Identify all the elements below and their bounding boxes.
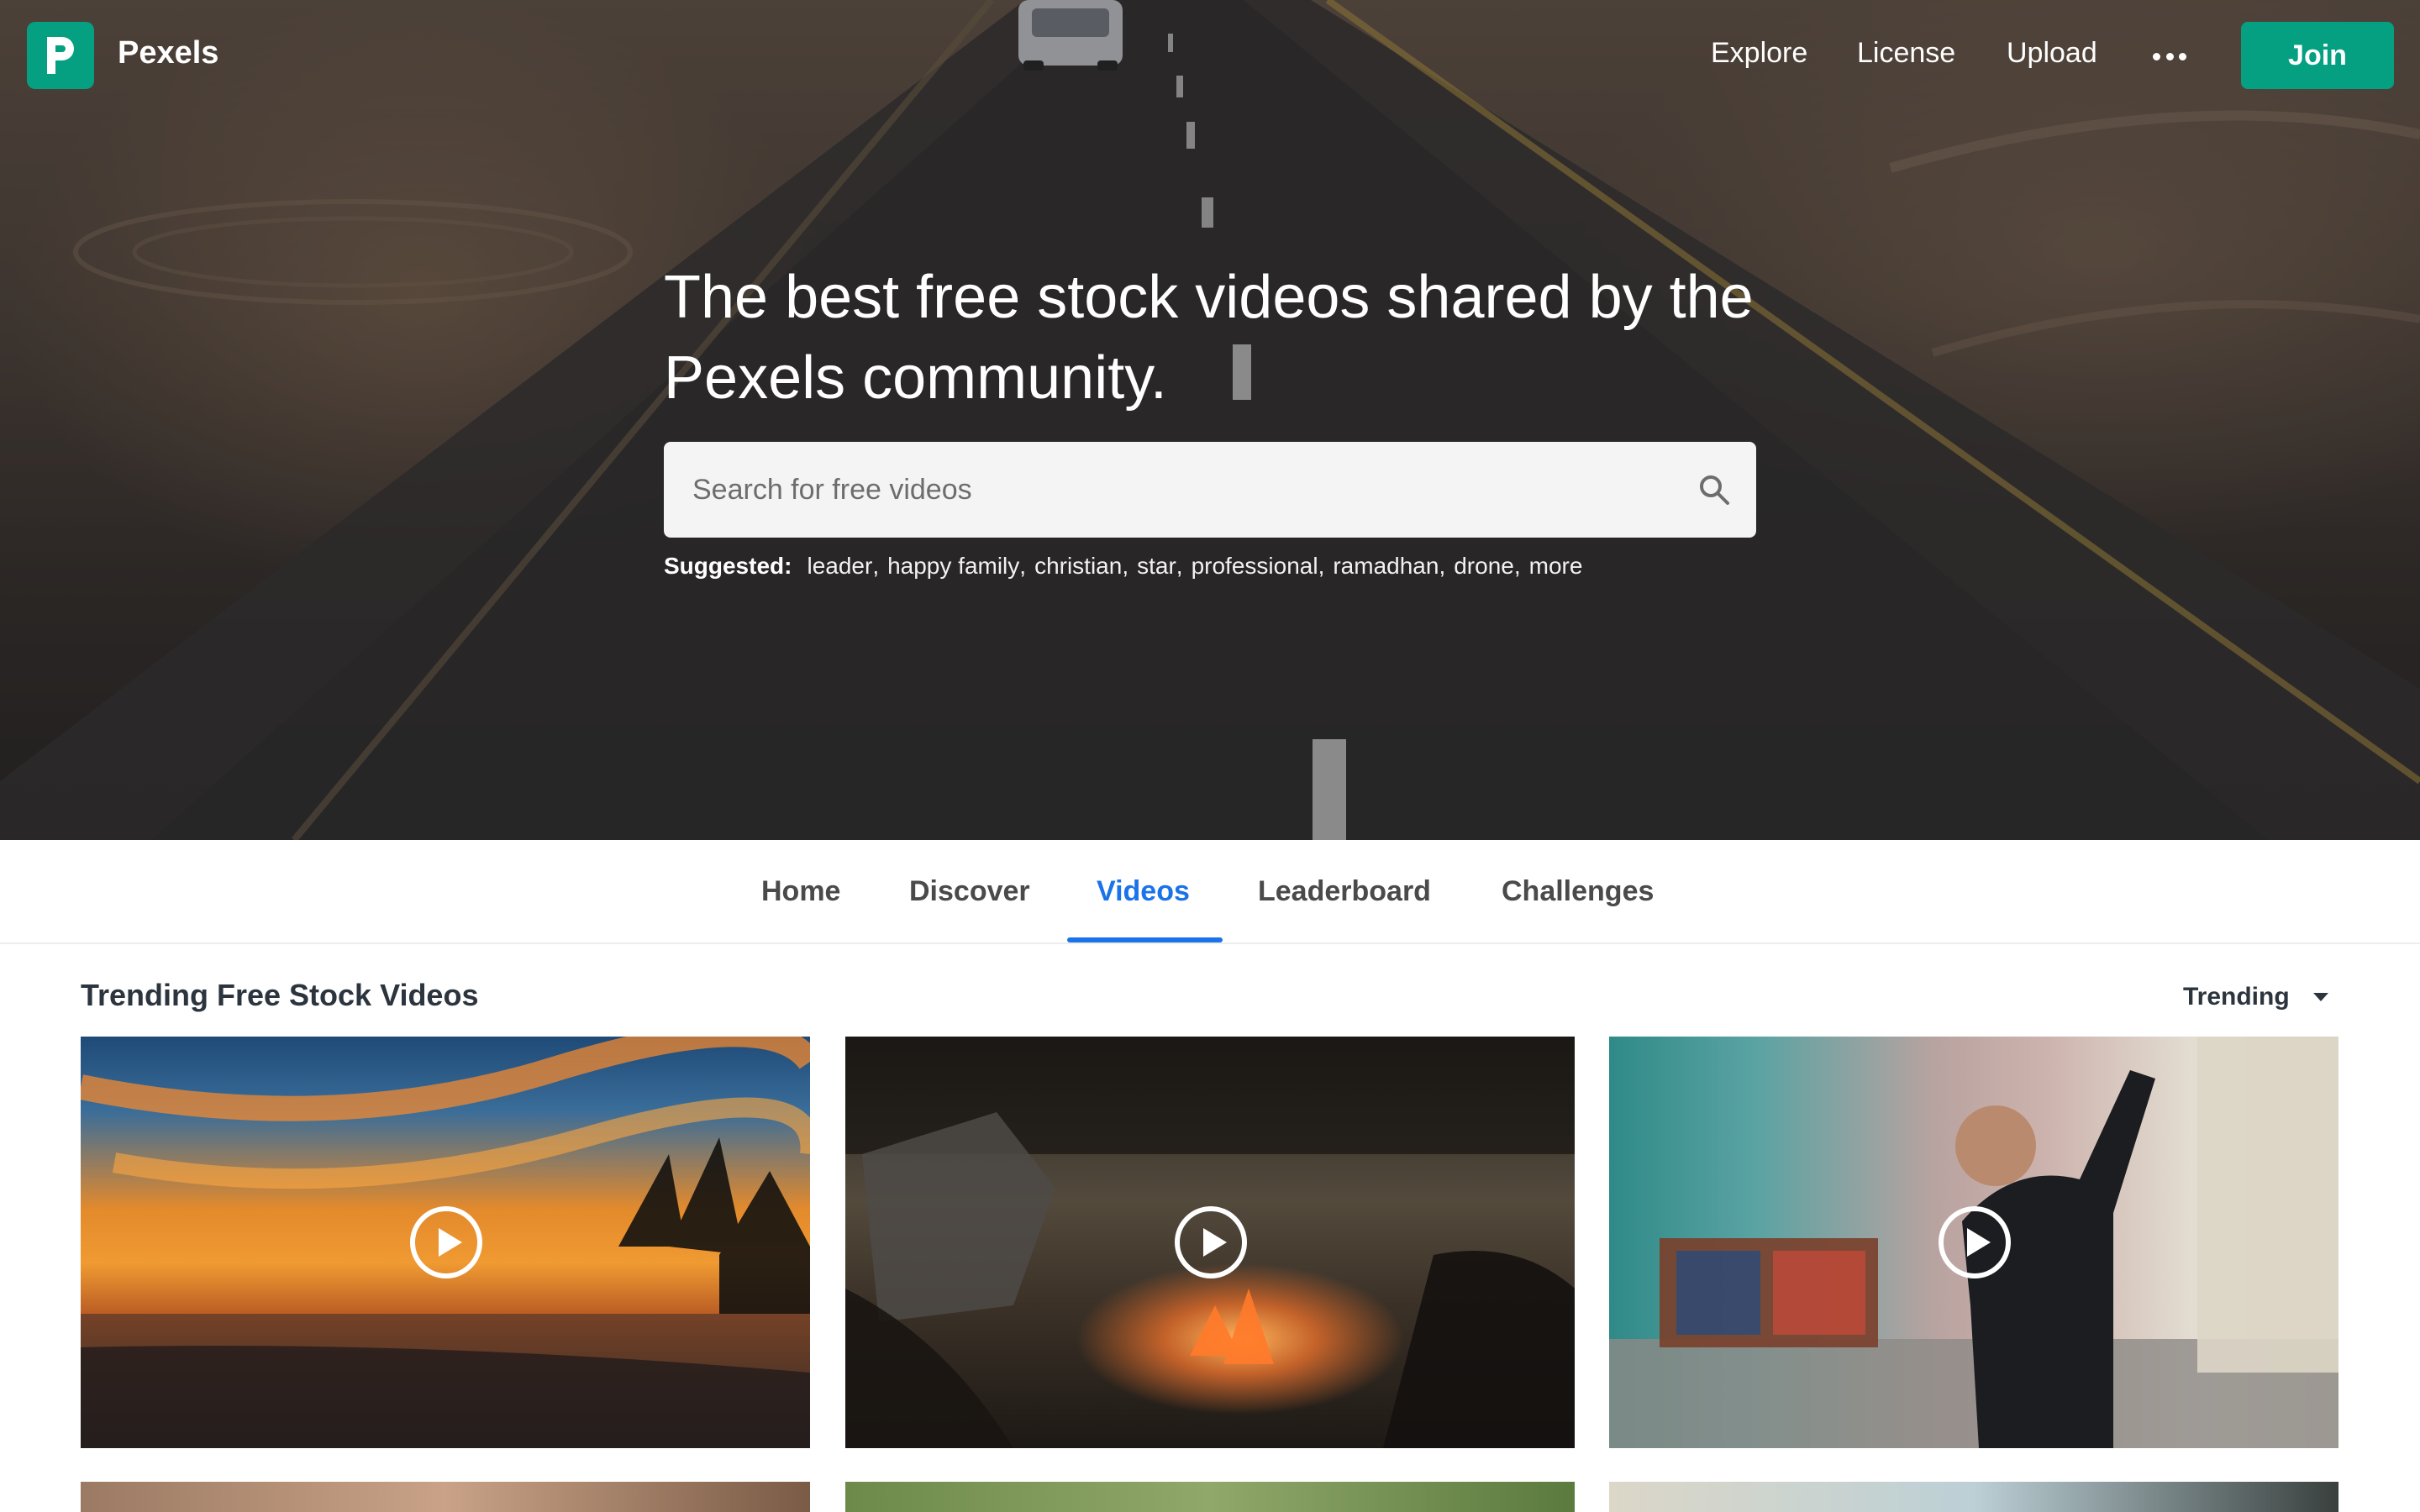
top-navbar: Pexels Explore License Upload Join — [0, 0, 2420, 109]
more-dots-icon[interactable] — [2153, 44, 2186, 69]
sort-value: Trending — [2183, 983, 2290, 1011]
more-dot — [2179, 52, 2186, 60]
pexels-logo-glyph — [47, 37, 74, 74]
tab-home[interactable]: Home — [761, 875, 840, 908]
video-thumbnail-sunset-beach[interactable] — [81, 1037, 810, 1448]
suggested-item[interactable]: professional — [1192, 553, 1318, 580]
separator: , — [1019, 553, 1027, 579]
separator: , — [1513, 553, 1521, 579]
search-icon-glyph — [1700, 475, 1729, 505]
video-thumbnail-campfire[interactable] — [845, 1037, 1575, 1448]
search-icon[interactable] — [1672, 442, 1756, 538]
hero-headline: The best free stock videos shared by the… — [664, 264, 1754, 412]
suggested-item[interactable]: ramadhan — [1333, 553, 1439, 580]
video-thumbnail-row2-3[interactable] — [1609, 1482, 2338, 1512]
nav-link-upload[interactable]: Upload — [2007, 37, 2097, 70]
section-tabs: Home Discover Videos Leaderboard Challen… — [0, 840, 2420, 944]
hero-video-banner — [0, 0, 2420, 840]
suggested-label: Suggested: — [664, 553, 792, 579]
join-button[interactable]: Join — [2241, 22, 2394, 89]
separator: , — [872, 553, 880, 579]
video-thumbnail-row2-1[interactable] — [81, 1482, 810, 1512]
more-dot — [2165, 52, 2174, 60]
play-icon[interactable] — [1937, 1205, 2012, 1280]
tab-challenges[interactable]: Challenges — [1502, 875, 1654, 908]
sort-dropdown[interactable]: Trending — [2183, 983, 2328, 1011]
brand-name[interactable]: Pexels — [118, 35, 218, 71]
pexels-logo-icon[interactable] — [27, 22, 94, 89]
section-title: Trending Free Stock Videos — [81, 978, 479, 1012]
suggested-item[interactable]: leader — [807, 553, 872, 580]
tab-leaderboard[interactable]: Leaderboard — [1258, 875, 1431, 908]
nav-link-explore[interactable]: Explore — [1711, 37, 1807, 70]
play-icon[interactable] — [1173, 1205, 1249, 1280]
suggested-item[interactable]: star — [1137, 553, 1176, 580]
separator: , — [1318, 553, 1325, 579]
tab-videos[interactable]: Videos — [1097, 875, 1190, 908]
search-bar — [664, 442, 1756, 538]
hero-overlay — [0, 0, 2420, 840]
nav-link-license[interactable]: License — [1857, 37, 1955, 70]
suggested-searches: Suggested: leader, happy family, christi… — [664, 553, 1582, 580]
video-thumbnail-street-dancer[interactable] — [1609, 1037, 2338, 1448]
more-dot — [2153, 52, 2160, 60]
search-input[interactable] — [664, 442, 1672, 538]
suggested-item[interactable]: christian — [1034, 553, 1122, 580]
separator: , — [1122, 553, 1129, 579]
play-icon[interactable] — [408, 1205, 484, 1280]
suggested-more-link[interactable]: more — [1529, 553, 1583, 580]
suggested-item[interactable]: happy family — [887, 553, 1019, 580]
active-tab-indicator — [1067, 937, 1223, 942]
video-thumbnail-row2-2[interactable] — [845, 1482, 1575, 1512]
tab-discover[interactable]: Discover — [909, 875, 1030, 908]
suggested-item[interactable]: drone — [1454, 553, 1514, 580]
chevron-down-icon — [2312, 993, 2328, 1001]
separator: , — [1176, 553, 1183, 579]
separator: , — [1439, 553, 1446, 579]
